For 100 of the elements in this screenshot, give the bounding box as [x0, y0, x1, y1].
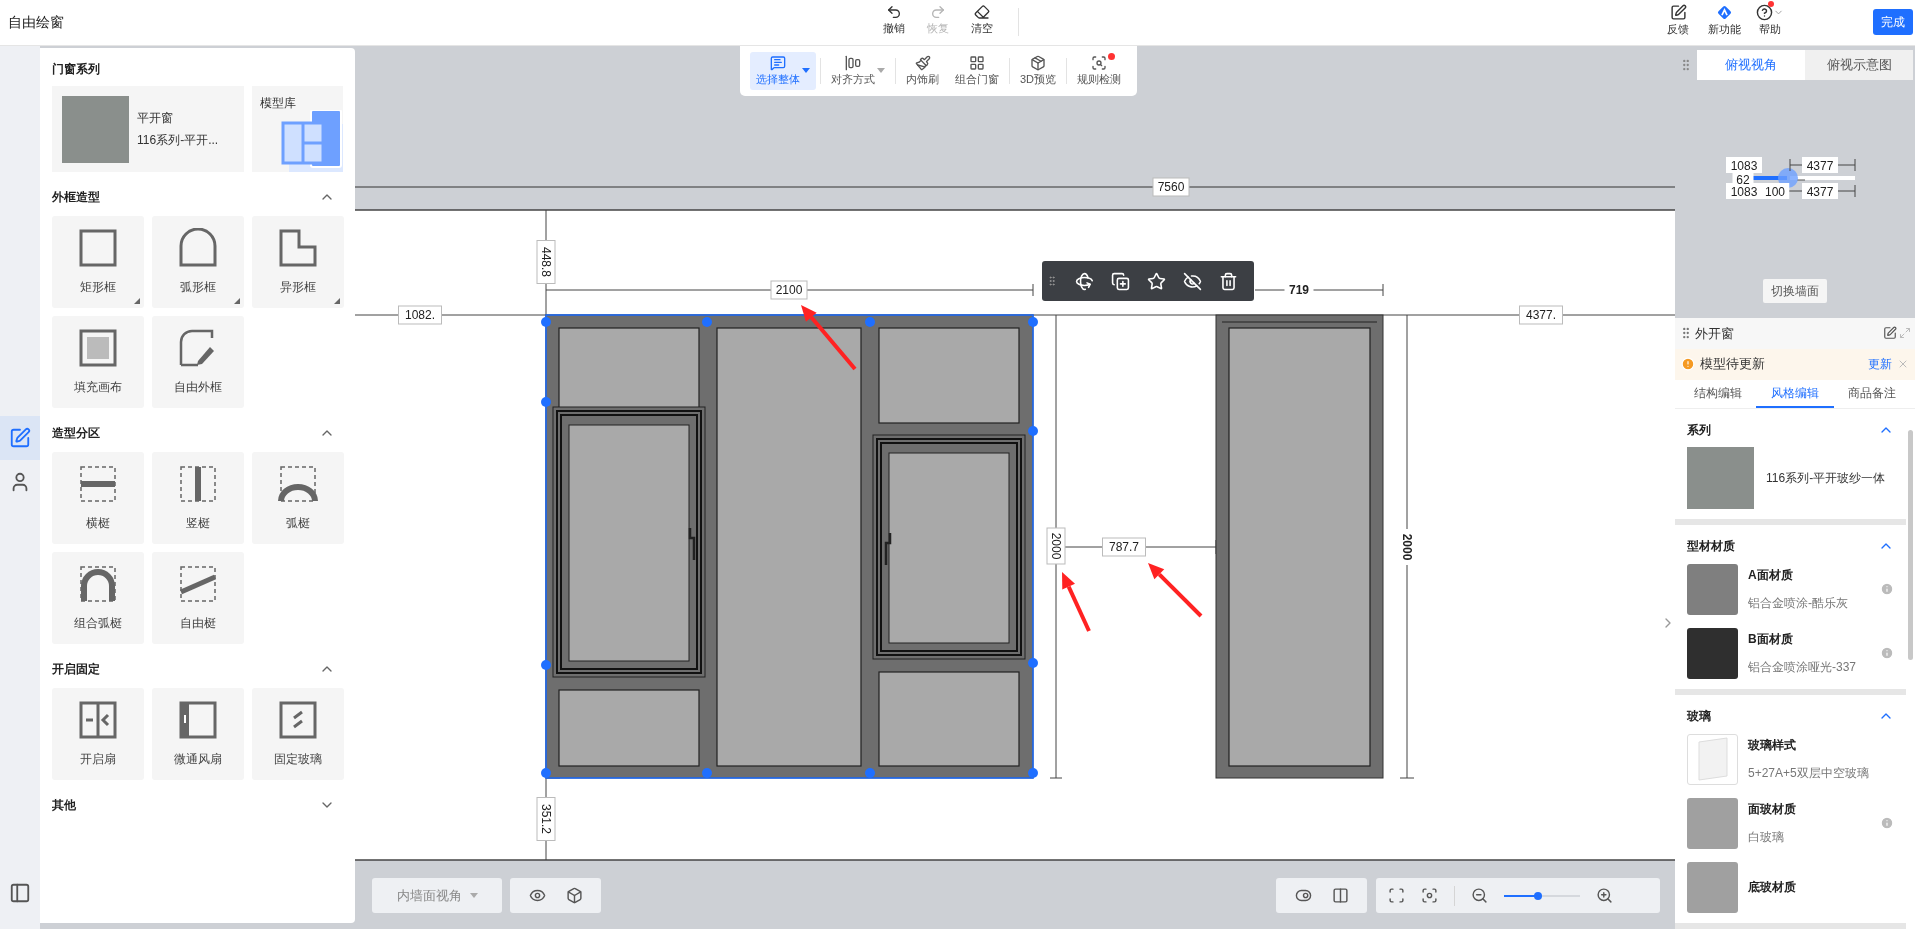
toolbar-button[interactable]: 组合门窗 [949, 52, 1005, 90]
panel-title: 外开窗 [1695, 324, 1735, 343]
section-title: 系列 [1687, 422, 1711, 439]
series-name: 116系列-平开玻纱一体 [1766, 470, 1886, 487]
align-icon [845, 54, 861, 71]
shape-tile[interactable]: 组合弧梃 [52, 552, 144, 644]
window-library-icon [281, 110, 343, 172]
shape-tile[interactable]: 微通风扇 [152, 688, 244, 780]
caret-icon [802, 68, 810, 74]
material-option[interactable]: B面材质 铝合金喷涂哑光-337 [1687, 621, 1894, 685]
material-option[interactable]: 面玻材质 白玻璃 [1687, 791, 1894, 855]
eye-icon[interactable] [528, 887, 546, 904]
series-name: 116系列-平开... [137, 132, 219, 149]
focus-icon[interactable] [1421, 887, 1438, 904]
shape-tile[interactable]: 开启扇 [52, 688, 144, 780]
history-button[interactable]: 清空 [963, 4, 1001, 37]
section-title: 型材材质 [1687, 538, 1735, 555]
zoom-in-icon[interactable] [1596, 887, 1613, 904]
delete-icon[interactable] [1219, 271, 1238, 291]
zoom-out-icon[interactable] [1471, 887, 1488, 904]
toolbar-button[interactable]: 对齐方式 [825, 52, 891, 90]
annotation-arrow [801, 305, 857, 371]
drag-handle-icon[interactable] [1046, 275, 1058, 287]
arch-bar-icon [78, 564, 118, 604]
photo-placeholder [62, 95, 129, 163]
dimension-label: 62 [1732, 171, 1754, 187]
corner-triangle-icon [134, 298, 140, 304]
shape-tile[interactable]: 固定玻璃 [252, 688, 344, 780]
header-action-button[interactable]: 新功能 [1706, 4, 1742, 38]
toolbar-button[interactable]: 内饰刷 [900, 52, 945, 90]
library-label: 模型库 [260, 95, 297, 112]
glass-icon [278, 700, 318, 740]
toggle-icon[interactable] [1294, 887, 1312, 904]
toolbar-button[interactable]: 选择整体 [750, 52, 816, 90]
dimension-label: 1082. [398, 305, 442, 325]
cube-icon [1030, 54, 1047, 71]
material-value: 铝合金喷涂哑光-337 [1748, 659, 1858, 676]
toolbar-button[interactable]: 3D预览 [1014, 52, 1063, 90]
shape-tile[interactable]: 弧梃 [252, 452, 344, 544]
material-name: B面材质 [1748, 631, 1794, 648]
shape-tile[interactable]: 自由梃 [152, 552, 244, 644]
material-option[interactable]: A面材质 铝合金喷涂-酷乐灰 [1687, 557, 1894, 621]
panel-tab[interactable]: 结构编辑 [1679, 379, 1757, 408]
annotation-arrow [1062, 572, 1091, 632]
header-action-button[interactable]: 反馈 [1660, 4, 1696, 38]
app-title: 自由绘窗 [8, 13, 64, 32]
shape-tile[interactable]: 弧形框 [152, 216, 244, 308]
dimension-label: 448.8 [536, 240, 556, 284]
view-tab[interactable]: 俯视视角 [1697, 50, 1805, 80]
history-button[interactable]: 撤销 [875, 4, 913, 37]
material-option[interactable]: 玻璃样式 5+27A+5双层中空玻璃 [1687, 727, 1894, 791]
caret-icon [877, 68, 885, 74]
undo-icon [886, 4, 902, 20]
dimension-label: 1083 [1726, 157, 1762, 173]
panel-tab[interactable]: 商品备注 [1833, 379, 1911, 408]
star-icon[interactable] [1147, 271, 1166, 291]
vent-icon [178, 700, 218, 740]
shape-tile[interactable]: 填充画布 [52, 316, 144, 408]
cube-icon[interactable] [565, 887, 583, 904]
panel-tab[interactable]: 风格编辑 [1756, 379, 1834, 408]
shape-tile[interactable]: 自由外框 [152, 316, 244, 408]
list-icon [9, 882, 31, 904]
l-shape-icon [278, 228, 318, 268]
material-option[interactable]: 底玻材质 [1687, 855, 1894, 919]
sash-icon [78, 700, 118, 740]
shape-tile[interactable]: 矩形框 [52, 216, 144, 308]
series-card[interactable]: 平开窗 116系列-平开... [52, 86, 245, 172]
grid-icon [969, 54, 985, 71]
square-icon [78, 228, 118, 268]
view-tab[interactable]: 俯视示意图 [1805, 50, 1913, 80]
select-icon [770, 54, 786, 71]
edit-icon[interactable] [1883, 326, 1897, 341]
section-title: 门窗系列 [52, 61, 101, 78]
shape-tile[interactable]: 异形框 [252, 216, 344, 308]
photo-placeholder [1687, 447, 1754, 509]
arc-bar-icon [278, 464, 318, 504]
header-action-button[interactable]: 帮助 [1752, 4, 1788, 38]
eraser-icon [974, 4, 990, 20]
switch-wall-button[interactable]: 切换墙面 [1763, 279, 1827, 303]
duplicate-icon[interactable] [1111, 271, 1130, 291]
shape-tile[interactable]: 竖梃 [152, 452, 244, 544]
hide-icon[interactable] [1183, 271, 1202, 291]
caret-icon [469, 893, 478, 898]
zoom-slider[interactable] [1504, 890, 1580, 901]
material-value: 5+27A+5双层中空玻璃 [1748, 765, 1870, 782]
material-name: 面玻材质 [1748, 801, 1797, 818]
update-link[interactable]: 更新 [1868, 355, 1892, 374]
section-title: 造型分区 [52, 425, 100, 442]
corner-triangle-icon [334, 298, 340, 304]
rotate-icon[interactable] [1075, 271, 1094, 291]
fit-icon[interactable] [1388, 887, 1405, 904]
dimension-label: 351.2 [536, 797, 556, 841]
shape-tile[interactable]: 横梃 [52, 452, 144, 544]
done-button[interactable]: 完成 [1873, 9, 1913, 35]
split-icon[interactable] [1331, 887, 1349, 904]
model-library-card[interactable]: 模型库 [252, 86, 343, 172]
warning-icon [1681, 357, 1695, 372]
toolbar-button[interactable]: 规则检测 [1071, 52, 1128, 90]
dimension-label: 2000 [1046, 527, 1066, 565]
zoom-slider-thumb[interactable] [1534, 891, 1543, 900]
